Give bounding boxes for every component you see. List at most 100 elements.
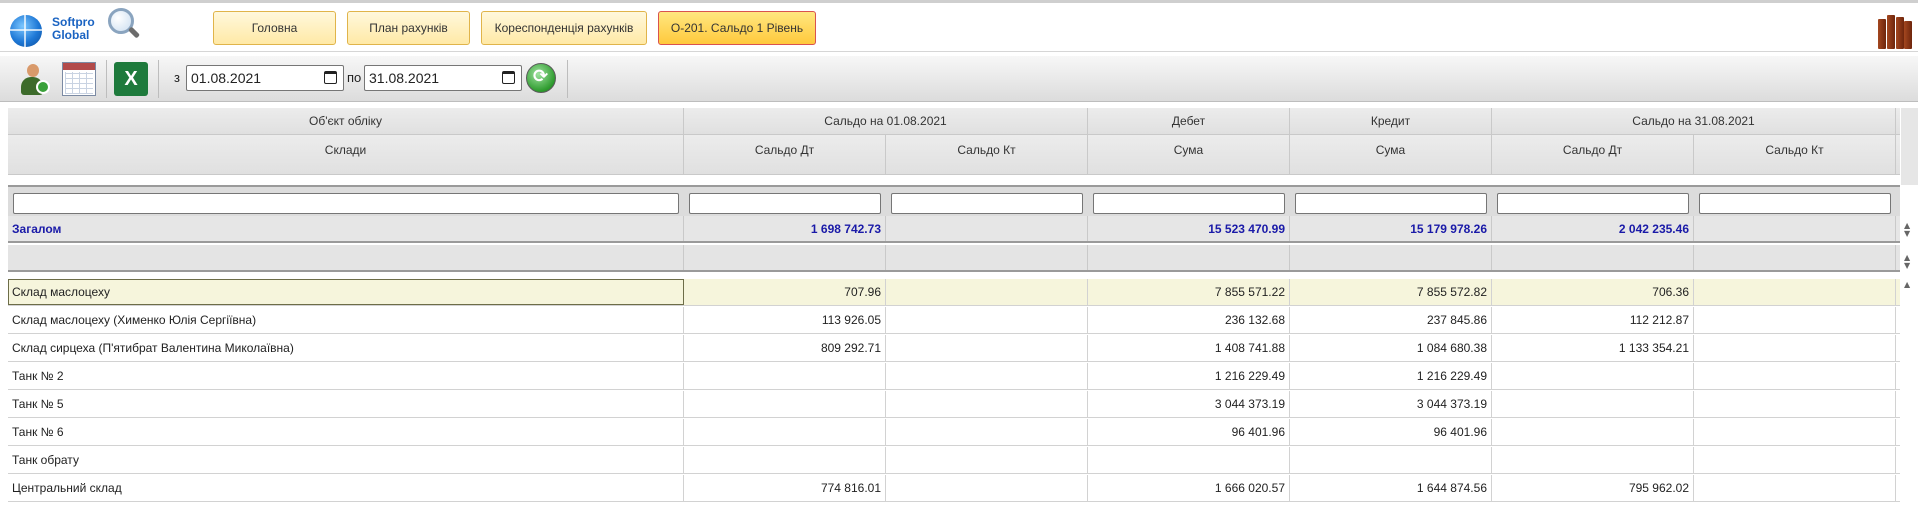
table-row[interactable]: Танк № 2 1 216 229.49 1 216 229.49 xyxy=(8,363,1900,390)
cell-open-dt[interactable] xyxy=(684,363,886,389)
cell-debit[interactable] xyxy=(1088,447,1290,473)
filter-open-kt-input[interactable] xyxy=(891,193,1083,214)
cell-debit[interactable]: 1 216 229.49 xyxy=(1088,363,1290,389)
cell-warehouse[interactable]: Танк № 6 xyxy=(8,419,684,445)
excel-export-icon[interactable]: X xyxy=(114,62,148,96)
calendar-icon[interactable] xyxy=(324,71,337,84)
header-close-kt[interactable]: Сальдо Кт xyxy=(1694,135,1896,174)
cell-debit[interactable]: 7 855 571.22 xyxy=(1088,279,1290,305)
search-icon[interactable] xyxy=(108,8,141,42)
cell-warehouse[interactable]: Центральний склад xyxy=(8,475,684,501)
header-open-kt[interactable]: Сальдо Кт xyxy=(886,135,1088,174)
to-date-input[interactable]: 31.08.2021 xyxy=(364,65,522,91)
header-close-dt[interactable]: Сальдо Дт xyxy=(1492,135,1694,174)
header-debit[interactable]: Дебет xyxy=(1088,108,1290,134)
cell-debit[interactable]: 1 408 741.88 xyxy=(1088,335,1290,361)
user-refresh-icon[interactable] xyxy=(18,62,52,96)
cell-warehouse[interactable]: Склад маслоцеху xyxy=(8,279,684,305)
cell-open-dt[interactable] xyxy=(684,419,886,445)
cell-close-kt[interactable] xyxy=(1694,335,1896,361)
cell-close-dt[interactable]: 795 962.02 xyxy=(1492,475,1694,501)
books-icon[interactable] xyxy=(1878,13,1912,49)
cell-close-dt[interactable] xyxy=(1492,419,1694,445)
header-open-dt[interactable]: Сальдо Дт xyxy=(684,135,886,174)
table-row[interactable]: Центральний склад 774 816.01 1 666 020.57 1… xyxy=(8,475,1900,502)
cell-close-kt[interactable] xyxy=(1694,363,1896,389)
cell-close-kt[interactable] xyxy=(1694,307,1896,333)
cell-warehouse[interactable]: Танк № 5 xyxy=(8,391,684,417)
cell-open-kt[interactable] xyxy=(886,475,1088,501)
cell-open-kt[interactable] xyxy=(886,447,1088,473)
filter-warehouse-input[interactable] xyxy=(13,193,679,214)
header-accounting-object[interactable]: Об'єкт обліку xyxy=(8,108,684,134)
cell-credit[interactable]: 7 855 572.82 xyxy=(1290,279,1492,305)
from-date-input[interactable]: 01.08.2021 xyxy=(186,65,344,91)
cell-open-kt[interactable] xyxy=(886,363,1088,389)
scroll-up-icon[interactable]: ▲ xyxy=(1904,281,1910,289)
header-debit-sum[interactable]: Сума xyxy=(1088,135,1290,174)
scroll-arrows-icon[interactable]: ▲ ▼ xyxy=(1904,254,1910,270)
header-credit[interactable]: Кредит xyxy=(1290,108,1492,134)
cell-close-dt[interactable]: 112 212.87 xyxy=(1492,307,1694,333)
cell-close-dt[interactable] xyxy=(1492,363,1694,389)
cell-debit[interactable]: 1 666 020.57 xyxy=(1088,475,1290,501)
tab-home[interactable]: Головна xyxy=(213,11,336,45)
table-row[interactable]: Склад маслоцеху 707.96 7 855 571.22 7 855 5… xyxy=(8,279,1900,306)
cell-close-kt[interactable] xyxy=(1694,447,1896,473)
table-row[interactable]: Танк № 5 3 044 373.19 3 044 373.19 xyxy=(8,391,1900,418)
tab-chart-of-accounts[interactable]: План рахунків xyxy=(347,11,470,45)
cell-close-dt[interactable]: 706.36 xyxy=(1492,279,1694,305)
cell-debit[interactable]: 3 044 373.19 xyxy=(1088,391,1290,417)
cell-close-kt[interactable] xyxy=(1694,391,1896,417)
cell-close-dt[interactable]: 1 133 354.21 xyxy=(1492,335,1694,361)
cell-warehouse[interactable]: Танк обрату xyxy=(8,447,684,473)
cell-credit[interactable]: 96 401.96 xyxy=(1290,419,1492,445)
table-row[interactable]: Танк № 6 96 401.96 96 401.96 xyxy=(8,419,1900,446)
cell-close-kt[interactable] xyxy=(1694,475,1896,501)
cell-credit[interactable]: 237 845.86 xyxy=(1290,307,1492,333)
cell-open-kt[interactable] xyxy=(886,307,1088,333)
cell-warehouse[interactable]: Танк № 2 xyxy=(8,363,684,389)
refresh-button[interactable] xyxy=(526,63,556,93)
header-warehouses[interactable]: Склади xyxy=(8,135,684,174)
cell-open-dt[interactable]: 809 292.71 xyxy=(684,335,886,361)
cell-open-dt[interactable]: 707.96 xyxy=(684,279,886,305)
header-credit-sum[interactable]: Сума xyxy=(1290,135,1492,174)
cell-open-dt[interactable] xyxy=(684,391,886,417)
cell-open-kt[interactable] xyxy=(886,279,1088,305)
scroll-arrows-icon[interactable]: ▲ ▼ xyxy=(1904,222,1910,238)
cell-open-dt[interactable]: 113 926.05 xyxy=(684,307,886,333)
cell-warehouse[interactable]: Склад сирцеха (П'ятибрат Валентина Микол… xyxy=(8,335,684,361)
cell-close-kt[interactable] xyxy=(1694,419,1896,445)
table-row[interactable]: Склад маслоцеху (Хименко Юлія Сергіївна)… xyxy=(8,307,1900,334)
cell-credit[interactable] xyxy=(1290,447,1492,473)
tab-o201-balance-level1[interactable]: О-201. Сальдо 1 Рівень xyxy=(658,11,816,45)
cell-close-dt[interactable] xyxy=(1492,391,1694,417)
cell-credit[interactable]: 1 216 229.49 xyxy=(1290,363,1492,389)
cell-warehouse[interactable]: Склад маслоцеху (Хименко Юлія Сергіївна) xyxy=(8,307,684,333)
cell-credit[interactable]: 1 084 680.38 xyxy=(1290,335,1492,361)
filter-close-kt-input[interactable] xyxy=(1699,193,1891,214)
tab-account-correspondence[interactable]: Кореспонденція рахунків xyxy=(481,11,647,45)
filter-credit-input[interactable] xyxy=(1295,193,1487,214)
header-closing-balance[interactable]: Сальдо на 31.08.2021 xyxy=(1492,108,1896,134)
table-row[interactable]: Танк обрату xyxy=(8,447,1900,474)
cell-close-dt[interactable] xyxy=(1492,447,1694,473)
cell-open-dt[interactable]: 774 816.01 xyxy=(684,475,886,501)
cell-open-kt[interactable] xyxy=(886,335,1088,361)
cell-credit[interactable]: 3 044 373.19 xyxy=(1290,391,1492,417)
calendar-icon[interactable] xyxy=(502,71,515,84)
cell-open-kt[interactable] xyxy=(886,391,1088,417)
cell-debit[interactable]: 96 401.96 xyxy=(1088,419,1290,445)
cell-close-kt[interactable] xyxy=(1694,279,1896,305)
cell-debit[interactable]: 236 132.68 xyxy=(1088,307,1290,333)
filter-close-dt-input[interactable] xyxy=(1497,193,1689,214)
table-row[interactable]: Склад сирцеха (П'ятибрат Валентина Микол… xyxy=(8,335,1900,362)
header-opening-balance[interactable]: Сальдо на 01.08.2021 xyxy=(684,108,1088,134)
cell-open-dt[interactable] xyxy=(684,447,886,473)
cell-credit[interactable]: 1 644 874.56 xyxy=(1290,475,1492,501)
calendar-table-icon[interactable] xyxy=(62,62,96,96)
filter-open-dt-input[interactable] xyxy=(689,193,881,214)
filter-debit-input[interactable] xyxy=(1093,193,1285,214)
cell-open-kt[interactable] xyxy=(886,419,1088,445)
